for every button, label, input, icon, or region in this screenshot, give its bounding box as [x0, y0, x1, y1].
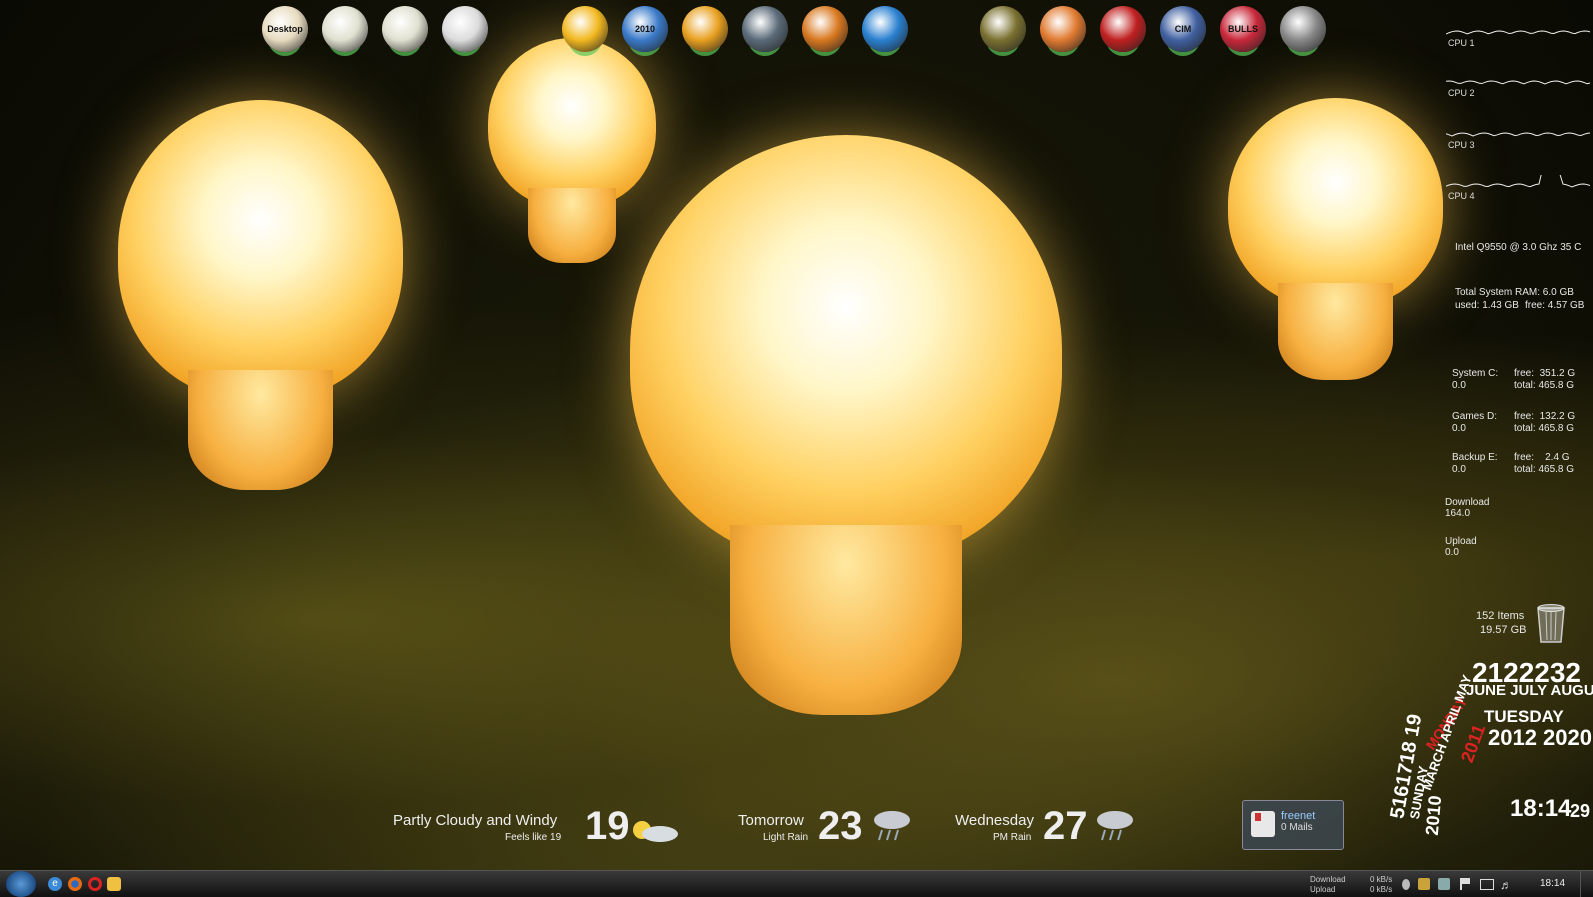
- mail-count: 0 Mails: [1281, 822, 1313, 833]
- mail-provider: freenet: [1281, 810, 1316, 822]
- drive-free: free: 2.4 G: [1514, 452, 1570, 463]
- cpu-meter-label: CPU 4: [1448, 191, 1475, 201]
- download-value: 164.0: [1445, 508, 1471, 519]
- drive-c-icon[interactable]: [322, 6, 368, 52]
- taskbar-upload-label: Upload: [1310, 885, 1336, 894]
- desktop-folder-icon[interactable]: Desktop: [262, 6, 308, 52]
- messenger-icon[interactable]: [107, 877, 121, 891]
- bulls-player-label: BULLS: [1228, 24, 1258, 34]
- weather-today-condition: Partly Cloudy and Windy: [393, 812, 558, 829]
- ie-icon[interactable]: e: [48, 877, 62, 891]
- taskbar-down-rate: 0 kB/s: [1370, 875, 1393, 884]
- upload-value: 0.0: [1445, 547, 1459, 558]
- tray-drop-icon[interactable]: [1402, 879, 1410, 890]
- recycle-bin-icon[interactable]: [1534, 600, 1568, 644]
- weather-tomorrow-label: Tomorrow: [738, 812, 804, 829]
- mailbox-icon: [1251, 811, 1275, 837]
- dock-center-group: 2010: [562, 6, 922, 62]
- drive-e-icon[interactable]: [442, 6, 488, 52]
- taskbar: e Download Upload 0 kB/s 0 kB/s ♬ 18:14: [0, 870, 1593, 897]
- mail-widget[interactable]: freenet 0 Mails: [1242, 800, 1344, 850]
- weather-wednesday-condition: PM Rain: [993, 832, 1032, 843]
- wallpaper-bulb-center: [630, 135, 1062, 715]
- drive-total: total: 465.8 G: [1514, 423, 1575, 434]
- calendar-years: 2012 2020: [1488, 725, 1592, 750]
- itunes-icon[interactable]: [862, 6, 908, 52]
- speaker-icon[interactable]: [742, 6, 788, 52]
- drive-value: 0.0: [1452, 380, 1466, 391]
- computer-game-icon[interactable]: [980, 6, 1026, 52]
- r-logo-icon[interactable]: [1100, 6, 1146, 52]
- drive-total: total: 465.8 G: [1514, 380, 1575, 391]
- notebook-icon[interactable]: [1040, 6, 1086, 52]
- calendar-day-name: TUESDAY: [1484, 707, 1564, 726]
- cim-truck-label: CIM: [1174, 24, 1192, 34]
- thunderbird-2010-icon[interactable]: 2010: [622, 6, 668, 52]
- cpu-meter-label: CPU 3: [1448, 140, 1475, 150]
- ram-used: used: 1.43 GB: [1455, 300, 1519, 311]
- aimp-icon[interactable]: [682, 6, 728, 52]
- drive-free: free: 351.2 G: [1514, 368, 1576, 379]
- drive-value: 0.0: [1452, 423, 1466, 434]
- tray-monitor-icon[interactable]: [1480, 879, 1494, 890]
- ram-free: free: 4.57 GB: [1525, 300, 1585, 311]
- thunderbird-2010-label: 2010: [634, 24, 656, 34]
- dock-left-group: Desktop: [262, 6, 502, 62]
- opera-icon[interactable]: [88, 877, 102, 891]
- calendar-spiral: 2122232 JUNE JULY AUGUST TUESDAY 2012 20…: [1380, 655, 1593, 870]
- taskbar-clock[interactable]: 18:14: [1540, 878, 1565, 889]
- drive-name: Games D:: [1452, 411, 1498, 422]
- taskbar-up-rate: 0 kB/s: [1370, 885, 1393, 894]
- tray-volume-icon[interactable]: ♬: [1500, 878, 1512, 892]
- taskbar-download-label: Download: [1310, 875, 1346, 884]
- cpu-info: Intel Q9550 @ 3.0 Ghz 35 C: [1455, 242, 1582, 253]
- tray-app-icon[interactable]: [1418, 878, 1430, 890]
- cpu-meter-3: CPU 3: [1446, 124, 1591, 154]
- media-center-icon[interactable]: [802, 6, 848, 52]
- weather-tomorrow-condition: Light Rain: [763, 832, 809, 843]
- rain-cloud-icon: [870, 808, 910, 841]
- bulls-player-icon[interactable]: BULLS: [1220, 6, 1266, 52]
- drive-name: System C:: [1452, 368, 1499, 379]
- firefox-icon[interactable]: [68, 877, 82, 891]
- drive-total: total: 465.8 G: [1514, 464, 1575, 475]
- cpu-meter-label: CPU 2: [1448, 88, 1475, 98]
- clock-seconds: 29: [1570, 801, 1591, 821]
- cpu-meter-4: CPU 4: [1446, 175, 1591, 205]
- dock-right-group: CIM BULLS: [980, 6, 1340, 62]
- desktop-folder-label: Desktop: [267, 24, 303, 34]
- clock-time: 18:14: [1510, 795, 1572, 822]
- drive-value: 0.0: [1452, 464, 1466, 475]
- tray-flag-icon[interactable]: [1460, 878, 1472, 890]
- ram-title: Total System RAM: 6.0 GB: [1455, 287, 1574, 298]
- drive-name: Backup E:: [1452, 452, 1498, 463]
- weather-wednesday-label: Wednesday: [955, 812, 1034, 829]
- weather-feels-like: Feels like 19: [505, 832, 562, 843]
- calendar-months: JUNE JULY AUGUST: [1466, 682, 1593, 699]
- cpu-meter-2: CPU 2: [1446, 72, 1591, 102]
- show-desktop-button[interactable]: [1580, 871, 1593, 897]
- cim-truck-icon[interactable]: CIM: [1160, 6, 1206, 52]
- weather-tomorrow-temp: 23: [818, 804, 863, 848]
- tray-network-icon[interactable]: [1438, 878, 1450, 890]
- calendar-year-red: 2011: [1456, 721, 1490, 766]
- wallpaper-bulb-right: [1228, 98, 1443, 380]
- recycle-items: 152 Items: [1476, 610, 1525, 622]
- weather-wednesday-temp: 27: [1043, 804, 1088, 848]
- partly-cloudy-icon: [630, 818, 678, 844]
- cpu-meter-1: CPU 1: [1446, 22, 1591, 52]
- puzzle-app-icon[interactable]: [562, 6, 608, 52]
- start-button[interactable]: [6, 871, 36, 897]
- calendar-left-year: 2010: [1421, 794, 1446, 837]
- drive-d-icon[interactable]: [382, 6, 428, 52]
- drive-free: free: 132.2 G: [1514, 411, 1576, 422]
- recycle-size: 19.57 GB: [1480, 624, 1527, 636]
- cpu-meter-label: CPU 1: [1448, 38, 1475, 48]
- rain-cloud-icon-2: [1093, 808, 1133, 841]
- weather-today-temp: 19: [585, 804, 630, 848]
- steam-icon[interactable]: [1280, 6, 1326, 52]
- wallpaper-bulb-left: [118, 100, 403, 490]
